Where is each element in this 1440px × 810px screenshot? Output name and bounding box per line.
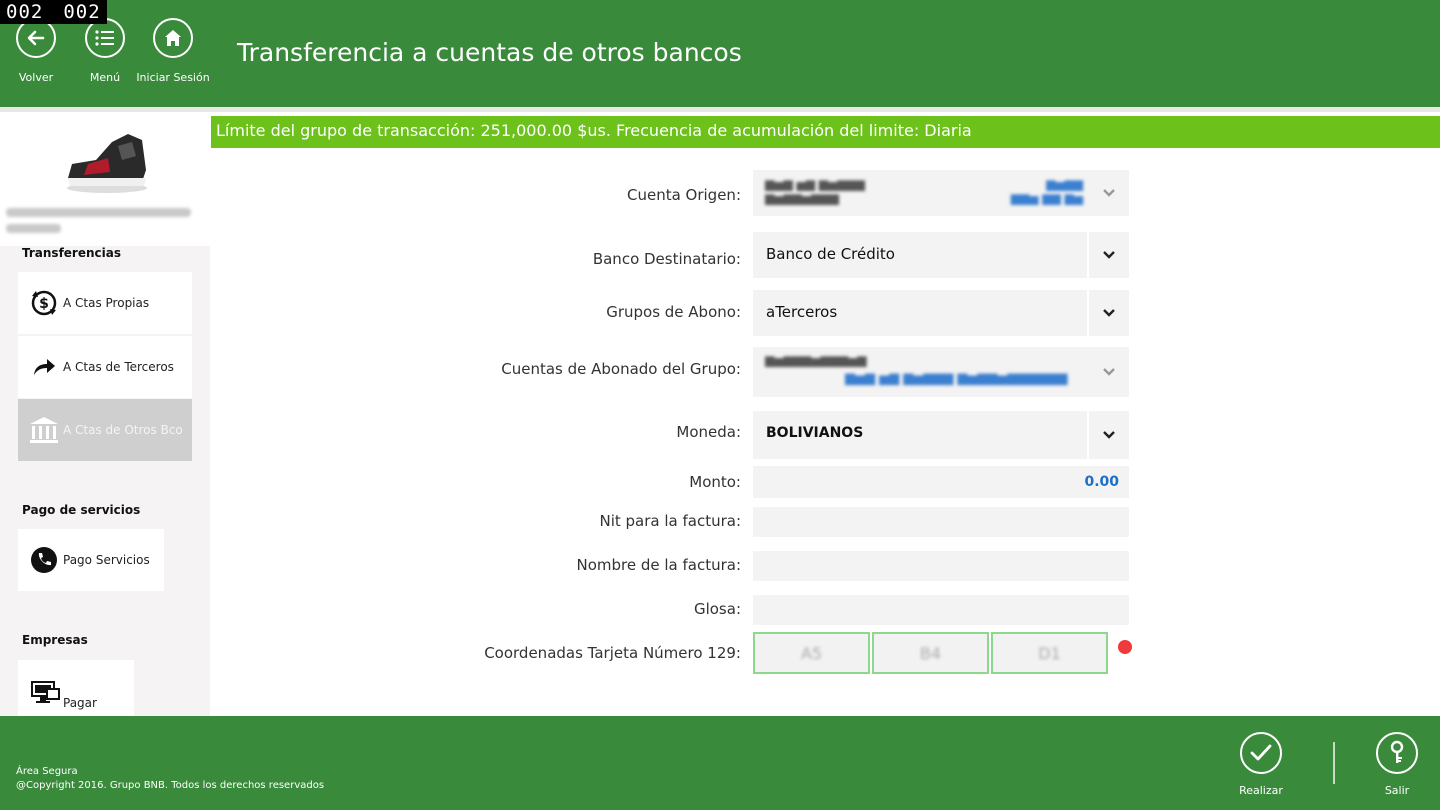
nav-item-own-accounts[interactable]: $ A Ctas Propias xyxy=(18,272,192,334)
nav-item-pay-label: Pagar xyxy=(63,696,97,710)
section-transfers: Transferencias xyxy=(22,246,121,260)
bank-chevron-down-icon xyxy=(1089,232,1129,278)
login-button[interactable]: Iniciar Sesión xyxy=(133,18,213,84)
card-coordinates-label: Coordenadas Tarjeta Número 129: xyxy=(484,644,741,662)
page-title: Transferencia a cuentas de otros bancos xyxy=(237,38,742,67)
user-avatar xyxy=(62,120,152,200)
amount-value: 0.00 xyxy=(1084,474,1119,490)
coordinate-2-hint: B4 xyxy=(919,643,942,663)
origin-account-label: Cuenta Origen: xyxy=(626,186,741,204)
app-header: Volver Menú Iniciar Sesión Transferencia… xyxy=(0,0,1440,107)
payment-group-select[interactable]: aTerceros xyxy=(753,290,1129,336)
secure-area-text: Área Segura xyxy=(16,766,78,777)
section-companies: Empresas xyxy=(22,633,88,647)
group-accounts-select[interactable]: ▆▅▆▆▆▅▆▆▆▅▆ ▆▅▆ ▅▆ ▆▅▆▆▆ ▆▅▆▆▅▆▆▆▆▆▆ xyxy=(753,347,1129,397)
frame-counter: 002 002 xyxy=(0,0,107,24)
beneficiary-bank-select[interactable]: Banco de Crédito xyxy=(753,232,1129,278)
exit-button[interactable]: Salir xyxy=(1361,732,1433,797)
origin-account-select[interactable]: ▆▅▆ ▅▆ ▆▅▆▆▆ ▆▅▆▆▅▆▆▆ ▆▅▆▆ ▆▆▅ ▆▆ ▆▅ xyxy=(753,170,1129,216)
group-accounts-label: Cuentas de Abonado del Grupo: xyxy=(501,360,741,378)
amount-input[interactable]: 0.00 xyxy=(753,466,1129,498)
nit-input[interactable] xyxy=(753,507,1129,537)
submit-button[interactable]: Realizar xyxy=(1225,732,1297,797)
coordinate-input-1[interactable]: A5 xyxy=(753,632,870,674)
phone-icon xyxy=(26,542,62,578)
payment-group-value: aTerceros xyxy=(766,303,838,321)
origin-balance-blurred: ▆▅▆▆ ▆▆▅ ▆▆ ▆▅ xyxy=(1010,177,1083,205)
gloss-label: Glosa: xyxy=(693,600,741,618)
home-icon xyxy=(153,18,193,58)
header-divider xyxy=(0,107,1440,112)
currency-value: BOLIVIANOS xyxy=(766,425,864,441)
login-button-label: Iniciar Sesión xyxy=(136,71,210,84)
nav-panel: Transferencias $ A Ctas Propias A Ctas d… xyxy=(0,246,210,716)
beneficiary-bank-value: Banco de Crédito xyxy=(766,245,895,263)
payment-group-label: Grupos de Abono: xyxy=(606,303,741,321)
nav-item-own-label: A Ctas Propias xyxy=(63,296,150,310)
currency-select[interactable]: BOLIVIANOS xyxy=(753,411,1129,459)
menu-list-icon xyxy=(85,18,125,58)
invoice-name-input[interactable] xyxy=(753,551,1129,581)
user-name-blurred xyxy=(6,208,196,240)
submit-button-label: Realizar xyxy=(1239,784,1283,797)
sidebar: Transferencias $ A Ctas Propias A Ctas d… xyxy=(0,112,210,716)
checkmark-icon xyxy=(1240,732,1282,774)
gloss-input[interactable] xyxy=(753,595,1129,625)
forward-arrow-icon xyxy=(26,349,62,385)
back-arrow-icon xyxy=(16,18,56,58)
nav-item-other-banks[interactable]: A Ctas de Otros Bco xyxy=(18,399,192,461)
nav-item-other-banks-label: A Ctas de Otros Bco xyxy=(63,423,183,437)
coordinate-1-hint: A5 xyxy=(800,643,823,663)
nav-item-pay-services-label: Pago Servicios xyxy=(63,553,150,567)
nav-item-third-label: A Ctas de Terceros xyxy=(63,360,174,374)
app-footer: Área Segura @Copyright 2016. Grupo BNB. … xyxy=(0,716,1440,810)
beneficiary-bank-label: Banco Destinatario: xyxy=(592,250,741,268)
exit-button-label: Salir xyxy=(1384,784,1410,797)
coordinate-3-hint: D1 xyxy=(1038,643,1061,663)
money-exchange-icon: $ xyxy=(26,285,62,321)
transaction-limit-banner: Límite del grupo de transacción: 251,000… xyxy=(211,116,1440,148)
nav-item-pay-services[interactable]: Pago Servicios xyxy=(18,529,164,591)
group-account-name-blurred: ▆▅▆▆▆▅▆▆▆▅▆ xyxy=(765,353,867,367)
required-indicator-dot xyxy=(1118,640,1132,654)
currency-label: Moneda: xyxy=(676,423,741,441)
amount-label: Monto: xyxy=(689,473,741,491)
invoice-name-label: Nombre de la factura: xyxy=(576,556,741,574)
coordinate-input-2[interactable]: B4 xyxy=(872,632,989,674)
accounts-chevron-down-icon xyxy=(1089,347,1129,397)
origin-account-blurred: ▆▅▆ ▅▆ ▆▅▆▆▆ ▆▅▆▆▅▆▆▆ xyxy=(765,177,865,205)
footer-divider xyxy=(1333,742,1335,784)
key-icon xyxy=(1376,732,1418,774)
group-account-number-blurred: ▆▅▆ ▅▆ ▆▅▆▆▆ ▆▅▆▆▅▆▆▆▆▆▆ xyxy=(845,371,1068,386)
nav-item-third-party[interactable]: A Ctas de Terceros xyxy=(18,336,192,398)
counter-left: 002 xyxy=(6,1,44,23)
nit-label: Nit para la factura: xyxy=(599,512,741,530)
svg-text:$: $ xyxy=(39,296,49,312)
nav-item-pay[interactable]: Pagar xyxy=(18,660,134,716)
counter-right: 002 xyxy=(63,1,101,23)
group-chevron-down-icon xyxy=(1089,290,1129,336)
currency-chevron-down-icon xyxy=(1089,411,1129,459)
bank-building-icon xyxy=(26,412,62,448)
origin-chevron-down-icon xyxy=(1089,170,1129,216)
copyright-text: @Copyright 2016. Grupo BNB. Todos los de… xyxy=(16,780,325,791)
coordinate-input-3[interactable]: D1 xyxy=(991,632,1108,674)
section-services: Pago de servicios xyxy=(22,503,141,517)
computer-payment-icon xyxy=(26,674,62,710)
